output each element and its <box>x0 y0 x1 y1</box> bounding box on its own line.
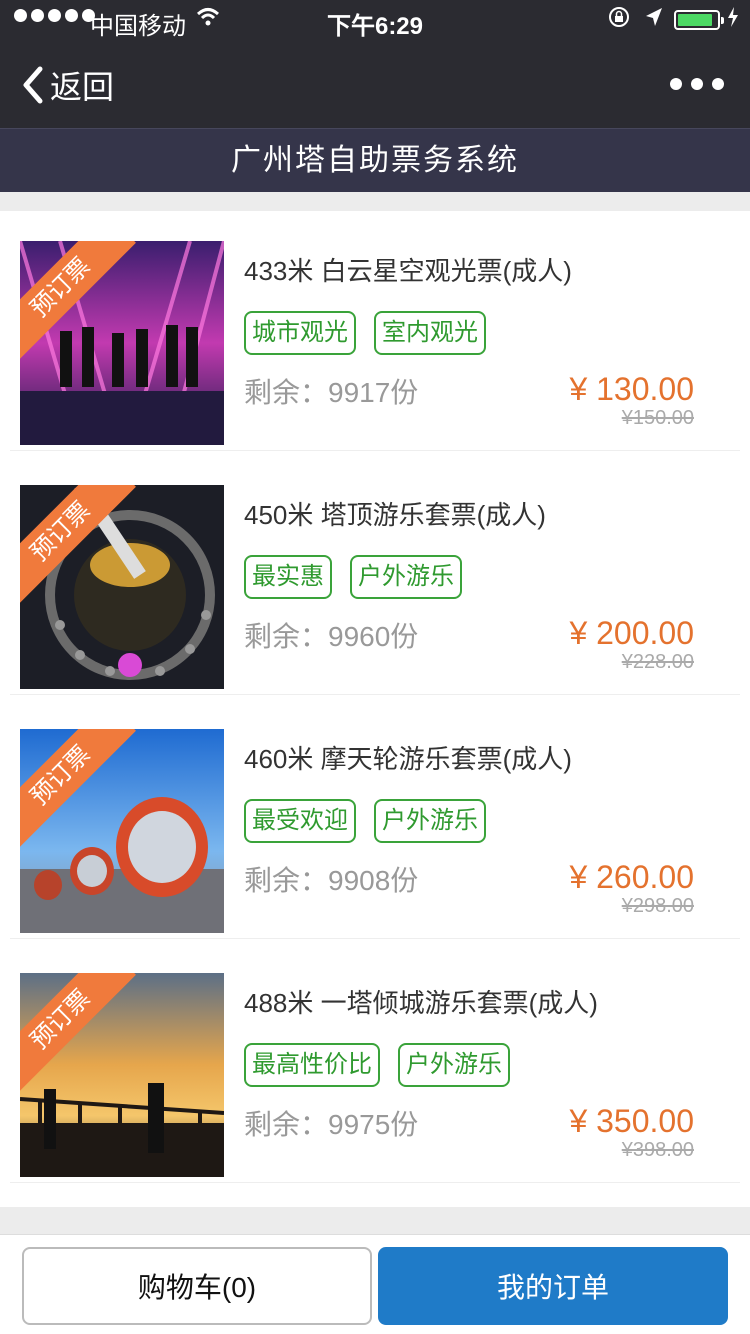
rotation-lock-icon <box>608 6 630 34</box>
ticket-tags: 最高性价比 户外游乐 <box>244 1043 510 1087</box>
more-options-icon[interactable] <box>670 78 724 90</box>
ticket-original-price: ¥228.00 <box>621 651 694 673</box>
ticket-image-sunset-deck: 预订票 <box>20 973 224 1177</box>
ticket-tag: 室内观光 <box>374 311 486 355</box>
cart-button[interactable]: 购物车(0) <box>22 1247 372 1325</box>
ticket-tag: 最受欢迎 <box>244 799 356 843</box>
ticket-tag: 户外游乐 <box>374 799 486 843</box>
ticket-original-price: ¥150.00 <box>621 407 694 429</box>
charging-icon <box>726 6 740 34</box>
ticket-card[interactable]: 预订票 460米 摩天轮游乐套票(成人) 最受欢迎 户外游乐 剩余：9908份 … <box>10 709 740 939</box>
ticket-list: 预订票 433米 白云星空观光票(成人) 城市观光 室内观光 剩余：9917份 … <box>0 211 750 1207</box>
ticket-image-tower-top: 预订票 <box>20 485 224 689</box>
location-icon <box>644 6 664 34</box>
ticket-remaining: 剩余：9960份 <box>244 621 419 652</box>
ticket-tag: 最实惠 <box>244 555 332 599</box>
chevron-left-icon <box>23 66 43 104</box>
ticket-tags: 城市观光 室内观光 <box>244 311 486 355</box>
ticket-name: 433米 白云星空观光票(成人) <box>244 256 572 286</box>
back-label: 返回 <box>50 69 115 105</box>
ticket-tag: 户外游乐 <box>398 1043 510 1087</box>
ticket-original-price: ¥298.00 <box>621 895 694 917</box>
ticket-remaining: 剩余：9917份 <box>244 377 419 408</box>
ticket-image-sky-view: 预订票 <box>20 241 224 445</box>
ticket-card[interactable]: 预订票 433米 白云星空观光票(成人) 城市观光 室内观光 剩余：9917份 … <box>10 221 740 451</box>
ticket-name: 450米 塔顶游乐套票(成人) <box>244 500 546 530</box>
bottom-action-bar: 购物车(0) 我的订单 <box>0 1234 750 1334</box>
ticket-price: ¥ 200.00 <box>569 615 694 651</box>
my-orders-button[interactable]: 我的订单 <box>378 1247 728 1325</box>
page-title: 广州塔自助票务系统 <box>0 128 750 192</box>
clock: 下午6:29 <box>326 13 424 40</box>
ticket-tag: 城市观光 <box>244 311 356 355</box>
ticket-image-ferris-wheel: 预订票 <box>20 729 224 933</box>
status-bar: 中国移动 下午6:29 <box>0 0 750 40</box>
ticket-remaining: 剩余：9975份 <box>244 1109 419 1140</box>
ticket-price: ¥ 130.00 <box>569 371 694 407</box>
ticket-card[interactable]: 预订票 488米 一塔倾城游乐套票(成人) 最高性价比 户外游乐 剩余：9975… <box>10 953 740 1183</box>
top-bar: 中国移动 下午6:29 返回 <box>0 0 750 128</box>
ticket-name: 488米 一塔倾城游乐套票(成人) <box>244 988 598 1018</box>
ticket-remaining: 剩余：9908份 <box>244 865 419 896</box>
ticket-name: 460米 摩天轮游乐套票(成人) <box>244 744 572 774</box>
battery-icon <box>674 10 724 30</box>
back-button[interactable]: 返回 <box>20 62 114 108</box>
ticket-original-price: ¥398.00 <box>621 1139 694 1161</box>
ticket-card[interactable]: 预订票 450米 塔顶游乐套票(成人) 最实惠 户外游乐 剩余：9960份 ¥ … <box>10 465 740 695</box>
ticket-tag: 户外游乐 <box>350 555 462 599</box>
ticket-price: ¥ 350.00 <box>569 1103 694 1139</box>
ticket-tags: 最实惠 户外游乐 <box>244 555 462 599</box>
ticket-price: ¥ 260.00 <box>569 859 694 895</box>
nav-bar: 返回 <box>0 48 750 118</box>
ticket-tags: 最受欢迎 户外游乐 <box>244 799 486 843</box>
ticket-tag: 最高性价比 <box>244 1043 380 1087</box>
